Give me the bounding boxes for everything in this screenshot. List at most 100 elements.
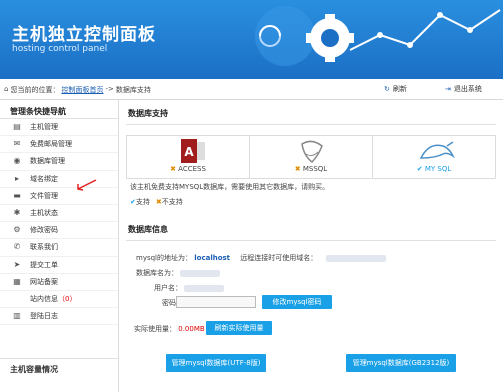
- sidebar-item-domain[interactable]: ▸ 域名绑定: [0, 171, 118, 188]
- db-name: MSSQL: [302, 165, 328, 173]
- legend-supported: ✔支持: [130, 197, 150, 207]
- db-name-label: 数据库名为：: [136, 269, 178, 277]
- capacity-heading: 主机容量情况: [0, 358, 119, 376]
- pointer-arrow-icon: [77, 179, 97, 191]
- db-name: ACCESS: [178, 165, 206, 173]
- address-value: localhost: [194, 254, 231, 262]
- sidebar-item-record[interactable]: ▦ 网站备案: [0, 274, 118, 291]
- db-support-heading: 数据库支持: [128, 109, 168, 118]
- sidebar-item-label: 修改密码: [30, 226, 58, 235]
- user-label: 用户名：: [154, 284, 182, 292]
- modify-password-button[interactable]: 修改mysql密码: [262, 295, 332, 309]
- db-label: ✖ ACCESS: [127, 165, 249, 173]
- remote-domain-redacted: [325, 254, 386, 262]
- panel-subtitle: hosting control panel: [12, 44, 108, 54]
- manage-gb2312-button[interactable]: 管理mysql数据库(GB2312版): [346, 354, 456, 372]
- breadcrumb-bar: ⌂ 您当前的位置： 控制面板首页 -> 数据库支持 ↻ 刷新 ⇥ 退出系统: [0, 79, 503, 100]
- db-name: MY SQL: [424, 165, 452, 173]
- access-icon: A: [181, 139, 205, 163]
- logout-icon: ⇥: [445, 85, 451, 93]
- sidebar-item-log[interactable]: ▥ 登陆日志: [0, 308, 118, 326]
- sidebar-item-label: 主机管理: [30, 123, 58, 132]
- sidebar-item-label: 提交工单: [30, 260, 58, 269]
- home-icon: ⌂: [4, 85, 9, 93]
- svg-text:A: A: [184, 145, 194, 159]
- header-banner: 主机独立控制面板 hosting control panel: [0, 0, 503, 79]
- refresh-icon: ↻: [384, 85, 390, 93]
- sidebar-heading: 管理条快捷导航: [0, 100, 118, 119]
- password-input[interactable]: [176, 296, 256, 308]
- logout-button[interactable]: ⇥ 退出系统: [445, 84, 482, 94]
- breadcrumb-separator: ->: [105, 85, 114, 93]
- database-icon: ◉: [13, 156, 21, 166]
- sidebar-item-mail[interactable]: ✉ 免费邮局管理: [0, 136, 118, 154]
- db-support-note: 该主机免费支持MYSQL数据库，需要使用其它数据库，请购买。: [130, 183, 330, 191]
- link-icon: ▸: [14, 173, 19, 183]
- banner-graphic: [255, 6, 501, 66]
- refresh-usage-button[interactable]: 刷新实际使用量: [206, 321, 272, 335]
- main-content: 数据库支持 A ✖ ACCESS ✖ MSSQL ✔ MY SQL 该主机免费支…: [120, 100, 503, 392]
- sidebar-item-label: 联系我们: [30, 243, 58, 252]
- message-count: （0）: [58, 294, 77, 303]
- refresh-label: 刷新: [392, 85, 407, 93]
- db-card-access: A ✖ ACCESS: [127, 136, 250, 178]
- legend-unsupported-label: 不支持: [161, 198, 183, 206]
- breadcrumb-home-link[interactable]: 控制面板首页: [61, 85, 103, 95]
- logout-label: 退出系统: [453, 85, 482, 93]
- sidebar-item-password[interactable]: ⚙ 修改密码: [0, 222, 118, 240]
- legend-unsupported: ✖不支持: [156, 197, 183, 207]
- sidebar-item-label: 主机状态: [30, 209, 58, 218]
- sidebar-item-status[interactable]: ✱ 主机状态: [0, 205, 118, 223]
- db-card-mysql: ✔ MY SQL: [373, 136, 495, 178]
- usage-value: 0.00MB: [178, 325, 205, 333]
- supported-mark: ✔: [416, 165, 423, 173]
- db-name-row: 数据库名为：: [136, 268, 221, 278]
- db-user-row: 用户名：: [154, 283, 225, 293]
- panel-title: 主机独立控制面板: [12, 25, 156, 45]
- db-address-row: mysql的地址为： localhost 远程连接时可使用域名：: [136, 253, 386, 263]
- folder-icon: ▬: [13, 190, 21, 200]
- usage-label: 实际使用量：: [134, 325, 176, 333]
- sidebar-item-label: 登陆日志: [30, 312, 58, 321]
- sidebar-item-database[interactable]: ◉ 数据库管理: [0, 153, 118, 171]
- key-icon: ⚙: [13, 225, 21, 235]
- refresh-button[interactable]: ↻ 刷新: [384, 84, 407, 94]
- sidebar-item-contact[interactable]: ✆ 联系我们: [0, 239, 118, 257]
- unsupported-mark: ✖: [170, 165, 176, 173]
- unsupported-mark: ✖: [294, 165, 301, 173]
- db-card-mssql: ✖ MSSQL: [250, 136, 373, 178]
- divider: [126, 124, 496, 125]
- breadcrumb: ⌂ 您当前的位置： 控制面板首页 -> 数据库支持: [4, 85, 151, 95]
- ticket-icon: ➤: [13, 259, 21, 269]
- sidebar-item-host[interactable]: ▤ 主机管理: [0, 119, 118, 137]
- remote-label: 远程连接时可使用域名：: [240, 254, 318, 262]
- usage-row: 实际使用量： 0.00MB: [134, 324, 205, 334]
- divider: [126, 240, 496, 241]
- legend-supported-label: 支持: [135, 198, 150, 206]
- user-redacted: [184, 284, 225, 292]
- db-label: ✖ MSSQL: [250, 165, 372, 173]
- sidebar-item-label: 数据库管理: [30, 157, 65, 166]
- db-info-heading: 数据库信息: [128, 225, 168, 234]
- legend: ✔支持 ✖不支持: [130, 197, 183, 207]
- record-icon: ▦: [13, 276, 21, 286]
- manage-utf8-button[interactable]: 管理mysql数据库(UTF-8版): [166, 354, 266, 372]
- mail-icon: ✉: [13, 139, 21, 149]
- sidebar-item-messages[interactable]: 站内信息 （0）: [0, 291, 118, 309]
- sidebar-item-label: 域名绑定: [30, 174, 58, 183]
- sidebar-item-label: 网站备案: [30, 277, 58, 286]
- db-label: ✔ MY SQL: [373, 165, 495, 173]
- phone-icon: ✆: [13, 242, 21, 252]
- status-icon: ✱: [13, 208, 21, 218]
- server-icon: ▤: [13, 122, 21, 132]
- sidebar-item-files[interactable]: ▬ 文件管理: [0, 188, 118, 205]
- sidebar-item-ticket[interactable]: ➤ 提交工单: [0, 257, 118, 274]
- sidebar-item-label: 文件管理: [30, 191, 58, 200]
- breadcrumb-prefix: 您当前的位置：: [10, 86, 60, 94]
- db-name-redacted: [180, 269, 221, 277]
- breadcrumb-current: 数据库支持: [115, 86, 151, 94]
- sidebar-item-label: 免费邮局管理: [30, 140, 72, 149]
- message-icon: [12, 294, 22, 304]
- log-icon: ▥: [13, 311, 21, 321]
- sidebar: 管理条快捷导航 ▤ 主机管理 ✉ 免费邮局管理 ◉ 数据库管理 ▸ 域名绑定 ▬ 文件管理…: [0, 100, 119, 392]
